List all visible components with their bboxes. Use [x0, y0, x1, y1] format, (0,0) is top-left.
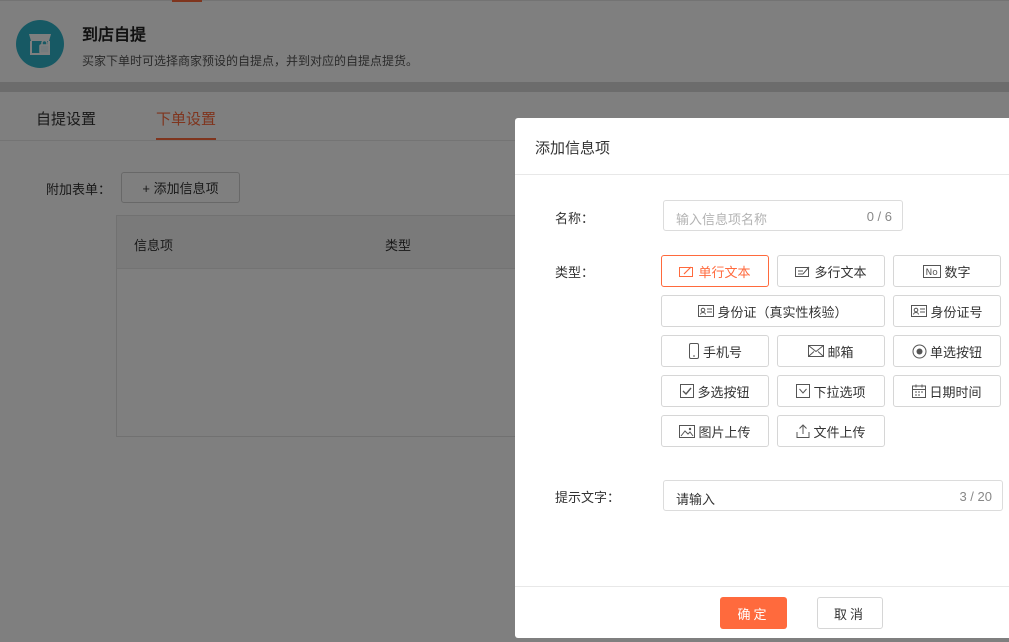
tip-text-label: 提示文字：	[555, 490, 621, 505]
type-label-text: 下拉选项	[813, 384, 866, 400]
type-label-text: 多选按钮	[697, 384, 750, 400]
cancel-button[interactable]: 取消	[817, 597, 883, 629]
dropdown-icon	[796, 384, 811, 398]
phone-icon	[688, 343, 700, 359]
type-id-card-verified-button[interactable]: 身份证（真实性核验）	[661, 295, 885, 327]
type-datetime-button[interactable]: 日期时间	[893, 375, 1001, 407]
type-label-text: 文件上传	[813, 424, 866, 440]
type-id-number-button[interactable]: 身份证号	[893, 295, 1001, 327]
type-label-text: 邮箱	[827, 344, 854, 360]
type-label: 类型：	[555, 265, 595, 280]
type-dropdown-button[interactable]: 下拉选项	[777, 375, 885, 407]
single-line-text-icon	[679, 265, 695, 278]
number-icon: No	[923, 264, 942, 278]
name-char-counter: 0 / 6	[866, 209, 892, 224]
radio-icon	[912, 344, 927, 359]
id-card-icon	[698, 305, 715, 317]
type-email-button[interactable]: 邮箱	[777, 335, 885, 367]
add-info-item-dialog: 添加信息项 名称： 输入信息项名称 0 / 6 类型： 单行文本 多行文本 No…	[515, 118, 1009, 638]
name-placeholder: 输入信息项名称	[676, 212, 768, 227]
dialog-title: 添加信息项	[535, 140, 611, 157]
type-label-text: 手机号	[702, 344, 742, 360]
multi-line-text-icon	[795, 265, 811, 278]
dialog-header-divider	[515, 174, 1009, 175]
type-image-upload-button[interactable]: 图片上传	[661, 415, 769, 447]
calendar-icon	[912, 384, 927, 398]
svg-text:No: No	[926, 268, 939, 278]
mail-icon	[808, 345, 825, 357]
name-label: 名称：	[555, 211, 595, 226]
image-icon	[679, 424, 696, 438]
confirm-button[interactable]: 确定	[720, 597, 787, 629]
tip-char-counter: 3 / 20	[959, 489, 992, 504]
name-input[interactable]: 输入信息项名称 0 / 6	[663, 200, 903, 231]
type-label-text: 单行文本	[698, 264, 751, 280]
type-checkbox-button[interactable]: 多选按钮	[661, 375, 769, 407]
id-card-icon	[911, 305, 928, 317]
type-label-text: 身份证号	[930, 304, 983, 320]
type-file-upload-button[interactable]: 文件上传	[777, 415, 885, 447]
checkbox-icon	[680, 384, 695, 398]
type-multi-line-text-button[interactable]: 多行文本	[777, 255, 885, 287]
dialog-footer-divider	[515, 586, 1009, 587]
type-number-button[interactable]: No 数字	[893, 255, 1001, 287]
type-label-text: 数字	[944, 264, 971, 280]
type-label-text: 多行文本	[814, 264, 867, 280]
type-label-text: 图片上传	[698, 424, 751, 440]
type-radio-button[interactable]: 单选按钮	[893, 335, 1001, 367]
type-single-line-text-button[interactable]: 单行文本	[661, 255, 769, 287]
type-phone-button[interactable]: 手机号	[661, 335, 769, 367]
type-label-text: 单选按钮	[929, 344, 982, 360]
upload-icon	[796, 424, 810, 438]
tip-text-value: 请输入	[676, 492, 716, 507]
tip-text-input[interactable]: 请输入 3 / 20	[663, 480, 1003, 511]
type-label-text: 身份证（真实性核验）	[717, 304, 848, 320]
type-label-text: 日期时间	[929, 384, 982, 400]
